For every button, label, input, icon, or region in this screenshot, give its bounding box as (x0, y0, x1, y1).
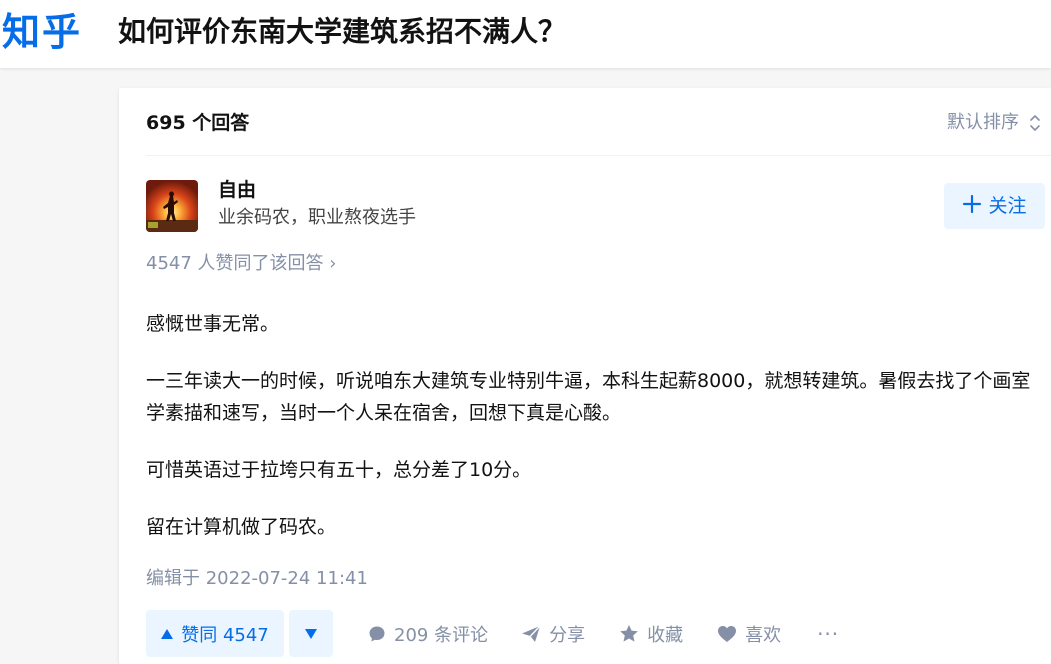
divider (146, 155, 1051, 156)
answer-paragraph: 一三年读大一的时候，听说咱东大建筑专业特别牛逼，本科生起薪8000，就想转建筑。… (146, 370, 1031, 424)
answer-paragraph: 留在计算机做了码农。 (146, 516, 337, 538)
answer-content: 感慨世事无常。 一三年读大一的时候，听说咱东大建筑专业特别牛逼，本科生起薪800… (146, 308, 1046, 568)
author-name[interactable]: 自由 (218, 177, 256, 203)
answer-actions: 赞同 4547 209 条评论 分享 收藏 喜欢 ··· (146, 610, 839, 657)
author-headline: 业余码农，职业熬夜选手 (218, 207, 416, 228)
answer-paragraph: 可惜英语过于拉垮只有五十，总分差了10分。 (146, 459, 532, 481)
avatar[interactable] (146, 180, 198, 232)
more-button[interactable]: ··· (817, 622, 839, 646)
collect-button[interactable]: 收藏 (619, 621, 683, 647)
triangle-down-icon (305, 624, 317, 643)
vote-up-label: 赞同 4547 (181, 624, 269, 646)
question-title[interactable]: 如何评价东南大学建筑系招不满人？ (118, 12, 566, 52)
sort-arrows-icon (1029, 113, 1041, 133)
plus-icon (962, 193, 982, 219)
collect-label: 收藏 (647, 624, 684, 646)
voters-link[interactable]: 4547 人赞同了该回答 › (146, 251, 336, 277)
star-icon (619, 624, 639, 643)
comment-bubble-icon (368, 625, 386, 643)
follow-label: 关注 (988, 195, 1027, 217)
answer-paragraph: 感慨世事无常。 (146, 313, 280, 335)
zhihu-logo[interactable]: 知乎 (2, 8, 82, 56)
answer-count: 695 个回答 (146, 112, 250, 134)
triangle-up-icon (161, 623, 174, 644)
like-label: 喜欢 (745, 624, 782, 646)
edit-time[interactable]: 编辑于 2022-07-24 11:41 (146, 566, 368, 592)
heart-icon (717, 625, 737, 643)
sort-label: 默认排序 (947, 112, 1019, 133)
share-label: 分享 (549, 624, 586, 646)
vote-down-button[interactable] (289, 610, 333, 657)
comments-button[interactable]: 209 条评论 (368, 621, 488, 647)
follow-button[interactable]: 关注 (944, 183, 1045, 229)
answers-card: 695 个回答 默认排序 自由 业余码农，职业熬夜选手 关注 4547 人赞同了… (119, 88, 1051, 664)
comments-label: 209 条评论 (394, 624, 489, 646)
paper-plane-icon (521, 625, 541, 643)
sort-dropdown[interactable]: 默认排序 (947, 110, 1041, 136)
top-header: 知乎 如何评价东南大学建筑系招不满人？ (0, 0, 1051, 68)
vote-up-button[interactable]: 赞同 4547 (146, 610, 284, 657)
share-button[interactable]: 分享 (521, 621, 585, 647)
like-button[interactable]: 喜欢 (717, 621, 781, 647)
